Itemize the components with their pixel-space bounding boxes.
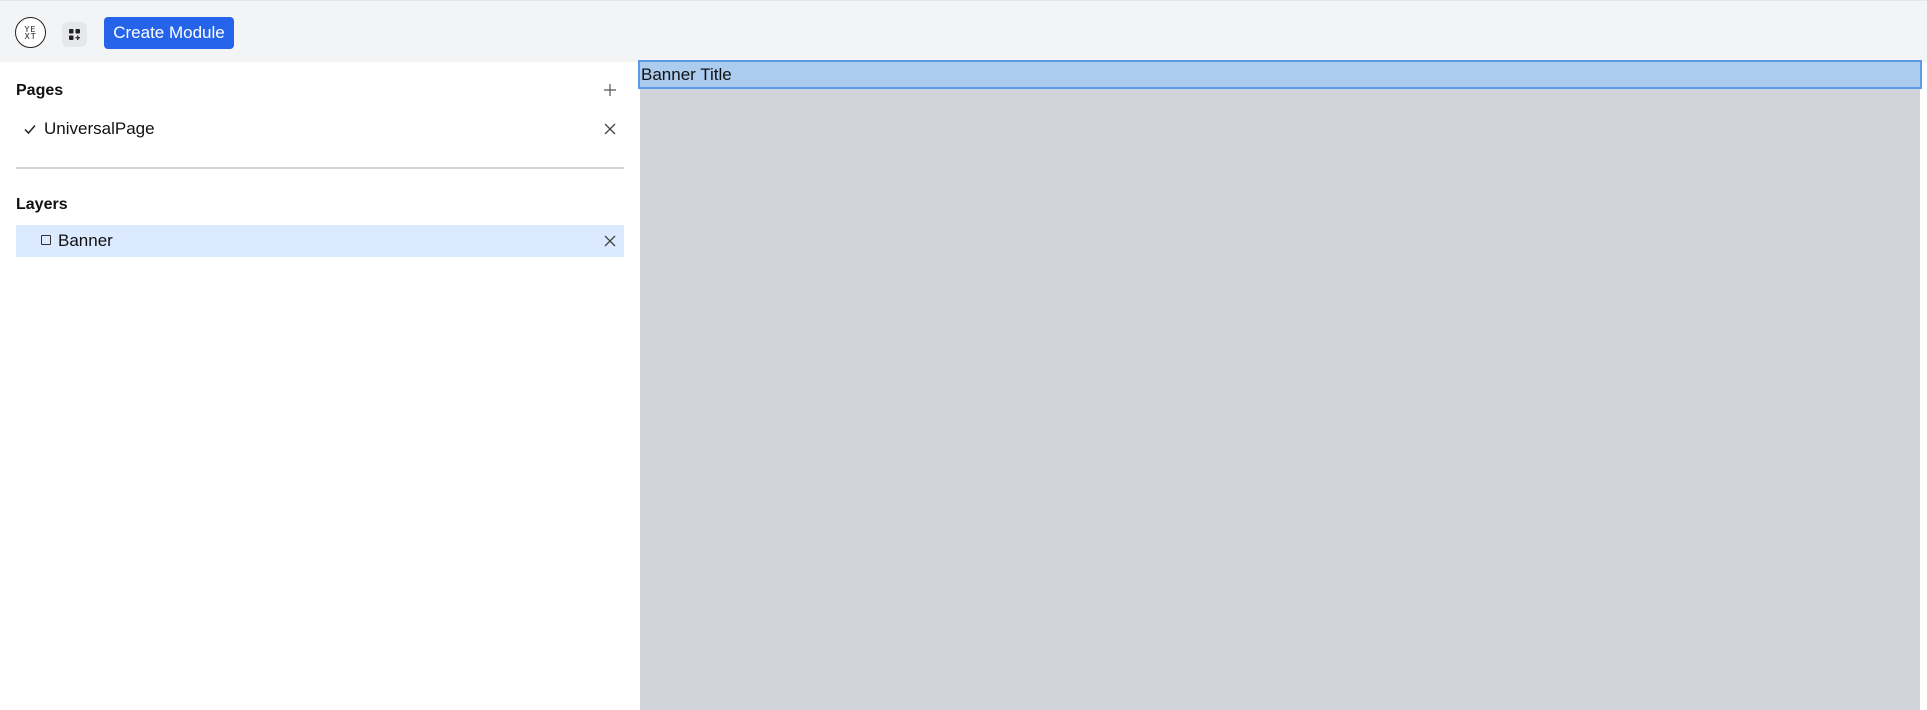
layer-item-label: Banner [58,231,113,250]
sidebar: Pages UniversalPage Layers Banner [0,62,640,710]
create-module-button[interactable]: Create Module [104,17,234,49]
banner-title: Banner Title [641,65,732,84]
grid-icon [69,29,80,40]
close-icon[interactable] [602,121,618,137]
page-item-label: UniversalPage [44,119,155,138]
preview-canvas[interactable] [640,62,1920,710]
close-icon[interactable] [602,233,618,249]
page-item-universalpage[interactable]: UniversalPage [16,115,624,143]
layers-heading: Layers [16,196,68,213]
check-icon [24,125,36,135]
banner-module[interactable]: Banner Title [638,60,1922,89]
plus-icon[interactable] [602,82,618,98]
top-toolbar: YE XT Create Module [0,0,1927,62]
yext-logo-icon[interactable]: YE XT [15,17,46,48]
logo-text-bottom: XT [24,31,37,41]
square-icon [41,235,51,245]
layer-item-banner[interactable]: Banner [16,225,624,257]
divider [16,167,624,169]
grid-menu-button[interactable] [62,22,87,47]
pages-heading: Pages [16,82,64,99]
